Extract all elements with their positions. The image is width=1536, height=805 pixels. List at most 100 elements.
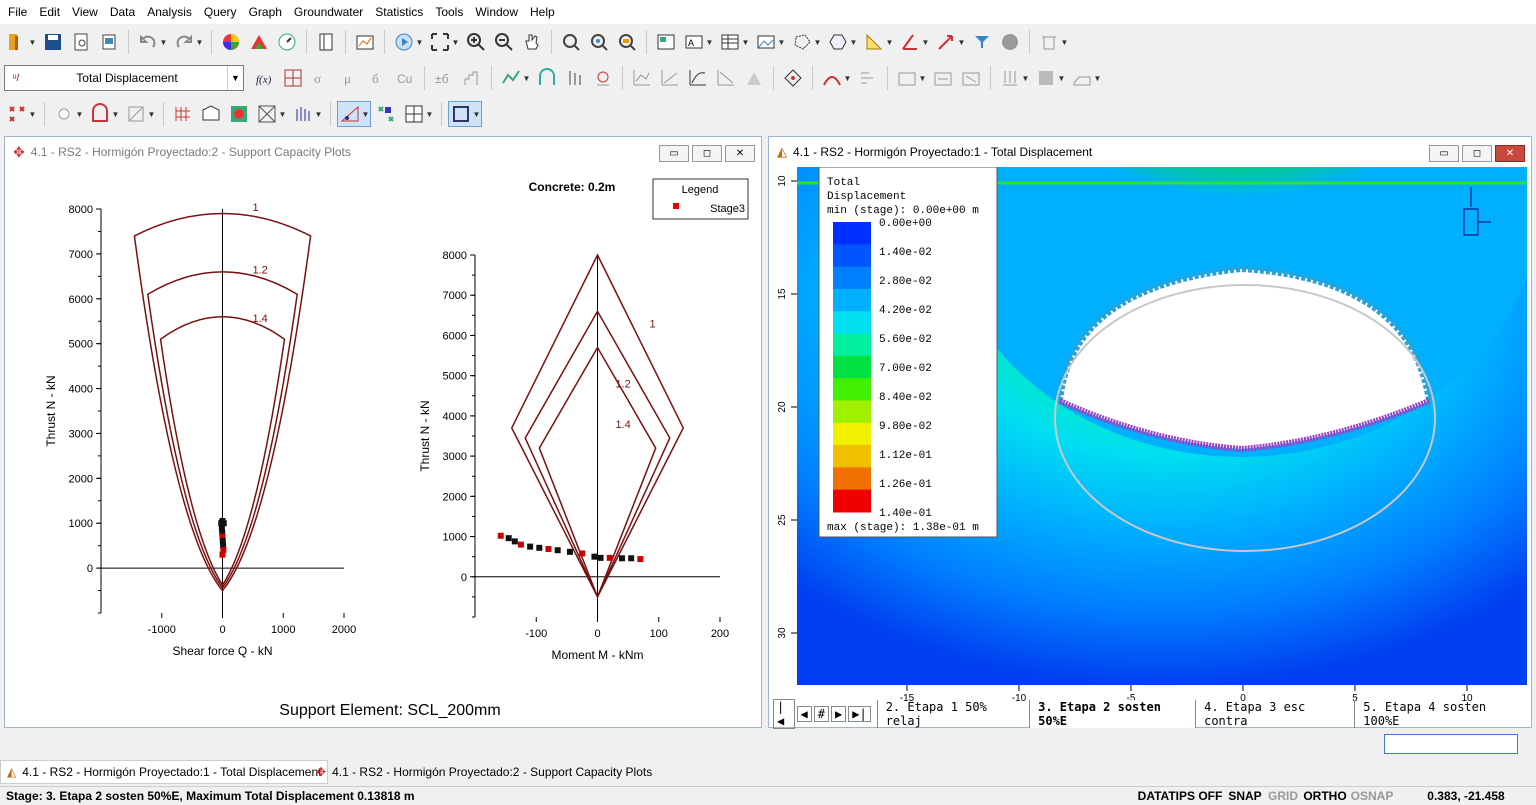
flow-arrows-icon[interactable] xyxy=(855,65,881,91)
displacement-contour-view[interactable]: Total Displacement min (stage): 0.00e+00… xyxy=(771,167,1531,725)
undo-button[interactable]: ▼ xyxy=(135,29,169,55)
mesh-display-button[interactable]: ▼ xyxy=(401,101,435,127)
line-graph-button[interactable]: ▼ xyxy=(498,65,532,91)
tab-nav-last[interactable]: ▶| xyxy=(848,706,871,722)
play-button[interactable]: ▼ xyxy=(391,29,425,55)
sheet-icon[interactable] xyxy=(313,29,339,55)
mesh-grid-button[interactable]: ▼ xyxy=(254,101,288,127)
chevron-down-icon[interactable]: ▼ xyxy=(227,66,243,90)
tab-nav-number[interactable]: # xyxy=(813,706,830,722)
view-frame-button[interactable]: ▼ xyxy=(448,101,482,127)
node-select-button[interactable]: ▼ xyxy=(4,101,38,127)
text-box-button[interactable]: A ▼ xyxy=(681,29,715,55)
command-input[interactable] xyxy=(1384,734,1518,754)
plus-minus-sigma-icon[interactable]: ±б xyxy=(431,65,457,91)
gauge-icon[interactable] xyxy=(274,29,300,55)
image-button[interactable]: ▼ xyxy=(753,29,787,55)
function-icon[interactable]: f(x) xyxy=(252,65,278,91)
color-wheel-icon[interactable] xyxy=(218,29,244,55)
zoom-in-icon[interactable] xyxy=(463,29,489,55)
table-grid-button[interactable]: ▼ xyxy=(717,29,751,55)
snap-toggle[interactable]: SNAP xyxy=(1226,789,1264,803)
light-button[interactable]: ▼ xyxy=(51,101,85,127)
graph4-icon[interactable] xyxy=(713,65,739,91)
edit-boundary-icon[interactable] xyxy=(958,65,984,91)
stage-tab-3[interactable]: 3. Etapa 2 sosten 50%E xyxy=(1029,700,1196,728)
add-boundary-icon[interactable] xyxy=(930,65,956,91)
pattern-button[interactable]: ▼ xyxy=(1033,65,1067,91)
hexagon-button[interactable]: ▼ xyxy=(825,29,859,55)
surface-button[interactable]: ▼ xyxy=(1069,65,1103,91)
loads-button[interactable]: ▼ xyxy=(997,65,1031,91)
tensile-button[interactable]: ▼ xyxy=(290,101,324,127)
polygon-button[interactable]: ▼ xyxy=(789,29,823,55)
sigma-icon[interactable]: б xyxy=(364,65,390,91)
menu-item-help[interactable]: Help xyxy=(524,0,561,24)
minimize-button[interactable]: ▭ xyxy=(1429,145,1459,162)
table-icon[interactable] xyxy=(653,29,679,55)
graph3-icon[interactable] xyxy=(685,65,711,91)
osnap-toggle[interactable]: OSNAP xyxy=(1348,789,1396,803)
open-file-button[interactable]: ▼ xyxy=(4,29,38,55)
print-preview-button[interactable] xyxy=(68,29,94,55)
arrow-button[interactable]: ▼ xyxy=(933,29,967,55)
query-point-icon[interactable] xyxy=(590,65,616,91)
menu-item-data[interactable]: Data xyxy=(104,0,141,24)
flow-line-button[interactable]: ▼ xyxy=(819,65,853,91)
delete-button[interactable]: ▼ xyxy=(1036,29,1070,55)
sphere-icon[interactable] xyxy=(997,29,1023,55)
yielded-icon[interactable] xyxy=(373,101,399,127)
menu-item-graph[interactable]: Graph xyxy=(243,0,288,24)
datatips-toggle[interactable]: DATATIPS OFF xyxy=(1134,789,1226,803)
graph5-icon[interactable] xyxy=(741,65,767,91)
tab-nav-first[interactable]: |◀ xyxy=(773,699,795,729)
bolt-icon[interactable] xyxy=(562,65,588,91)
angle-button[interactable]: ▼ xyxy=(897,29,931,55)
menu-item-tools[interactable]: Tools xyxy=(429,0,469,24)
redo-button[interactable]: ▼ xyxy=(171,29,205,55)
menu-item-query[interactable]: Query xyxy=(198,0,243,24)
no-selection-button[interactable]: ▼ xyxy=(123,101,157,127)
taskbar-item-displacement[interactable]: ◭ 4.1 - RS2 - Hormigón Proyectado:1 - To… xyxy=(0,760,329,784)
ortho-toggle[interactable]: ORTHO xyxy=(1302,789,1348,803)
save-button[interactable] xyxy=(40,29,66,55)
tab-nav-prev[interactable]: ◀ xyxy=(796,706,812,722)
menu-item-statistics[interactable]: Statistics xyxy=(369,0,429,24)
graph1-icon[interactable] xyxy=(629,65,655,91)
zoom-window-icon[interactable] xyxy=(558,29,584,55)
close-button[interactable]: ✕ xyxy=(725,145,755,162)
contour-map-icon[interactable] xyxy=(226,101,252,127)
support-capacity-button[interactable]: ▼ xyxy=(337,101,371,127)
tab-nav-next[interactable]: ▶ xyxy=(831,706,847,722)
excavation-button[interactable]: ▼ xyxy=(87,101,121,127)
arch-icon[interactable] xyxy=(534,65,560,91)
zoom-previous-icon[interactable] xyxy=(586,29,612,55)
contour-selector-dropdown[interactable]: ᵘ/ Total Displacement ▼ xyxy=(4,65,244,91)
menu-item-groundwater[interactable]: Groundwater xyxy=(288,0,369,24)
target-icon[interactable] xyxy=(780,65,806,91)
stage-tab-5[interactable]: 5. Etapa 4 sosten 100%E xyxy=(1354,700,1527,728)
menu-item-edit[interactable]: Edit xyxy=(33,0,66,24)
grid-toggle[interactable]: GRID xyxy=(1264,789,1302,803)
zoom-all-icon[interactable] xyxy=(614,29,640,55)
taskbar-item-support-capacity[interactable]: ✥ 4.1 - RS2 - Hormigón Proyectado:2 - Su… xyxy=(310,760,658,784)
add-material-button[interactable]: ▼ xyxy=(894,65,928,91)
minimize-button[interactable]: ▭ xyxy=(659,145,689,162)
mu-icon[interactable]: μ xyxy=(336,65,362,91)
menu-item-file[interactable]: File xyxy=(2,0,33,24)
print-button[interactable] xyxy=(96,29,122,55)
menu-item-analysis[interactable]: Analysis xyxy=(141,0,198,24)
stage-tab-2[interactable]: 2. Etapa 1 50% relaj xyxy=(876,700,1029,728)
restore-button[interactable]: ◻ xyxy=(1462,145,1492,162)
restore-button[interactable]: ◻ xyxy=(692,145,722,162)
zoom-extents-button[interactable]: ▼ xyxy=(427,29,461,55)
stage-tab-4[interactable]: 4. Etapa 3 esc contra xyxy=(1195,700,1354,728)
envelope-icon[interactable] xyxy=(198,101,224,127)
filter-icon[interactable] xyxy=(969,29,995,55)
pan-hand-icon[interactable] xyxy=(519,29,545,55)
sigma1-icon[interactable]: σ xyxy=(308,65,334,91)
zoom-out-icon[interactable] xyxy=(491,29,517,55)
cu-icon[interactable]: Cu xyxy=(392,65,418,91)
close-button[interactable]: ✕ xyxy=(1495,145,1525,162)
triangle-measure-button[interactable]: ▼ xyxy=(861,29,895,55)
